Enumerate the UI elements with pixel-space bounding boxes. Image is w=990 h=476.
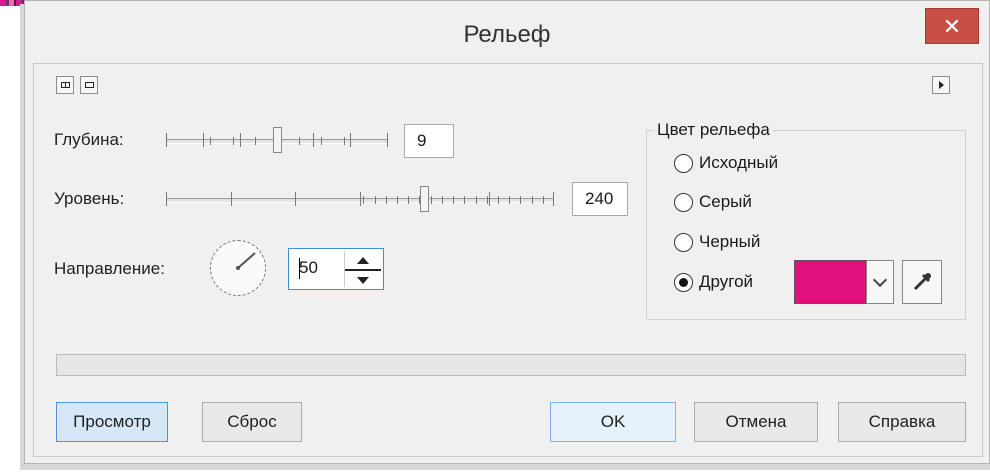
slider-tick [509, 196, 510, 204]
slider-tick [543, 196, 544, 204]
direction-dial[interactable] [210, 240, 266, 296]
slider-thumb[interactable] [273, 127, 282, 153]
relief-color-title: Цвет рельефа [654, 120, 773, 140]
slider-tick [166, 133, 167, 147]
preview-button[interactable]: Просмотр [56, 402, 168, 442]
arrow-down-icon [357, 276, 369, 284]
radio-circle[interactable] [674, 232, 693, 252]
level-input[interactable]: 240 [572, 182, 628, 216]
slider-tick [553, 192, 554, 206]
progress-bar [56, 354, 966, 376]
slider-tick [233, 137, 234, 145]
arrow-up-icon [357, 256, 369, 264]
slider-tick [203, 133, 204, 147]
help-button[interactable]: Справка [838, 402, 966, 442]
radio-circle[interactable] [674, 192, 693, 212]
close-button[interactable]: ✕ [925, 8, 979, 44]
slider-tick [240, 133, 241, 147]
slider-tick [299, 137, 300, 145]
radio-original-label: Исходный [699, 153, 779, 172]
depth-label: Глубина: [54, 130, 124, 149]
direction-value[interactable]: 50 [299, 258, 318, 278]
slider-tick [363, 196, 364, 204]
slider-tick [344, 137, 345, 145]
close-icon: ✕ [942, 14, 962, 39]
slider-tick [532, 196, 533, 204]
slider-tick [498, 196, 499, 204]
radio-other-label: Другой [699, 272, 754, 291]
depth-input[interactable]: 9 [404, 124, 454, 158]
radio-gray-label: Серый [699, 192, 752, 211]
color-dropdown-button[interactable] [866, 260, 894, 304]
slider-tick [210, 137, 211, 145]
radio-gray[interactable]: Серый [674, 192, 752, 212]
radio-circle[interactable] [674, 153, 693, 173]
slider-tick [360, 192, 361, 206]
text-caret [299, 258, 300, 279]
slider-tick [520, 196, 521, 204]
depth-slider[interactable] [166, 125, 388, 157]
slider-tick [487, 196, 488, 204]
dialog-client-area: Глубина: 9 Уровень: 240 Направление: 50 … [33, 63, 983, 457]
slider-tick [476, 196, 477, 204]
direction-label: Направление: [54, 259, 165, 278]
slider-tick [255, 137, 256, 145]
radio-black[interactable]: Черный [674, 232, 760, 252]
slider-tick [295, 192, 296, 206]
split-view-icon [60, 82, 70, 88]
slider-tick [313, 133, 314, 147]
slider-tick [453, 196, 454, 204]
eyedropper-icon [913, 273, 931, 291]
slider-tick [350, 133, 351, 147]
slider-tick [375, 196, 376, 204]
spin-down-button[interactable] [345, 269, 381, 289]
level-slider[interactable] [166, 184, 554, 216]
slider-tick [321, 137, 322, 145]
radio-other[interactable]: Другой [674, 272, 753, 292]
expand-button[interactable] [932, 76, 950, 94]
radio-dot [679, 277, 688, 287]
dialog-title: Рельеф [463, 21, 551, 48]
spin-up-button[interactable] [345, 251, 381, 269]
slider-tick [408, 196, 409, 204]
slider-tick [397, 196, 398, 204]
play-right-icon [938, 81, 944, 89]
dial-needle-icon [236, 252, 256, 270]
single-view-icon [84, 82, 94, 88]
direction-spinner[interactable]: 50 [288, 248, 384, 290]
radio-circle-selected[interactable] [674, 272, 693, 292]
slider-tick [231, 192, 232, 206]
slider-tick [464, 196, 465, 204]
single-view-button[interactable] [80, 76, 98, 94]
slider-tick [386, 196, 387, 204]
level-label: Уровень: [54, 189, 125, 208]
slider-tick [431, 196, 432, 204]
eyedropper-button[interactable] [902, 260, 942, 304]
title-bar[interactable]: Рельеф ✕ [25, 1, 989, 63]
reset-button[interactable]: Сброс [202, 402, 302, 442]
spinner-buttons [344, 251, 381, 287]
emboss-dialog: Рельеф ✕ Глубина: 9 Уровень: 240 Направл… [24, 0, 990, 464]
chevron-down-icon [872, 272, 888, 288]
cancel-button[interactable]: Отмена [694, 402, 818, 442]
slider-tick [489, 192, 490, 206]
ok-button[interactable]: OK [550, 402, 676, 442]
slider-thumb[interactable] [420, 186, 429, 212]
radio-original[interactable]: Исходный [674, 153, 778, 173]
split-view-button[interactable] [56, 76, 74, 94]
slider-tick [166, 192, 167, 206]
color-swatch[interactable] [794, 260, 866, 304]
radio-black-label: Черный [699, 232, 761, 251]
slider-tick [442, 196, 443, 204]
slider-tick [387, 133, 388, 147]
